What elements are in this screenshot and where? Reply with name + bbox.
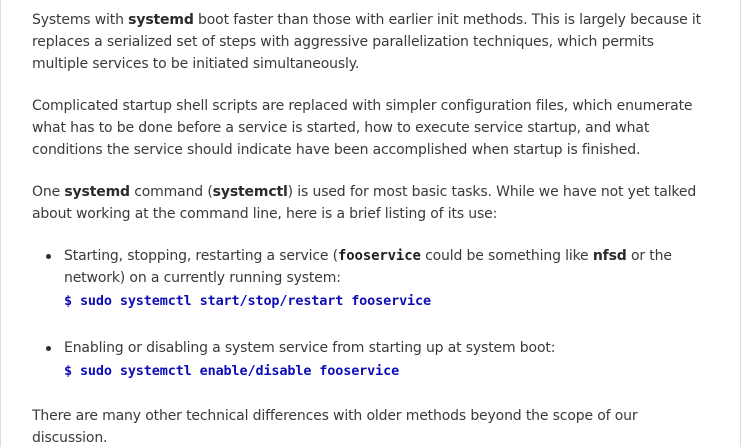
paragraph-systemctl-intro: One systemd command (systemctl) is used …	[32, 181, 712, 225]
left-border	[0, 0, 1, 447]
list-item: Enabling or disabling a system service f…	[32, 337, 712, 383]
paragraph-systemd-boot: Systems with systemd boot faster than th…	[32, 9, 712, 75]
bold-term: nfsd	[592, 248, 627, 264]
bullet-icon	[46, 254, 51, 259]
bold-term: systemd	[128, 12, 194, 28]
text-run: could be something like	[420, 248, 593, 264]
bullet-icon	[46, 346, 51, 351]
paragraph-config-files: Complicated startup shell scripts are re…	[32, 95, 712, 161]
text-run: There are many other technical differenc…	[32, 408, 638, 446]
paragraph-closing: There are many other technical differenc…	[32, 405, 712, 447]
text-run: Starting, stopping, restarting a service…	[64, 248, 338, 264]
command-list: Starting, stopping, restarting a service…	[32, 245, 712, 383]
command-line: $ sudo systemctl start/stop/restart foos…	[64, 293, 431, 309]
text-run: One	[32, 184, 65, 200]
text-run: Systems with	[32, 12, 129, 28]
article-body: Systems with systemd boot faster than th…	[32, 9, 712, 447]
list-item: Starting, stopping, restarting a service…	[32, 245, 712, 313]
bold-term: systemctl	[212, 184, 288, 200]
text-run: Complicated startup shell scripts are re…	[32, 98, 693, 158]
inline-code: fooservice	[337, 248, 421, 264]
bold-term: systemd	[64, 184, 130, 200]
command-line: $ sudo systemctl enable/disable fooservi…	[64, 363, 400, 379]
text-run: Enabling or disabling a system service f…	[64, 340, 556, 356]
text-run: command (	[129, 184, 213, 200]
